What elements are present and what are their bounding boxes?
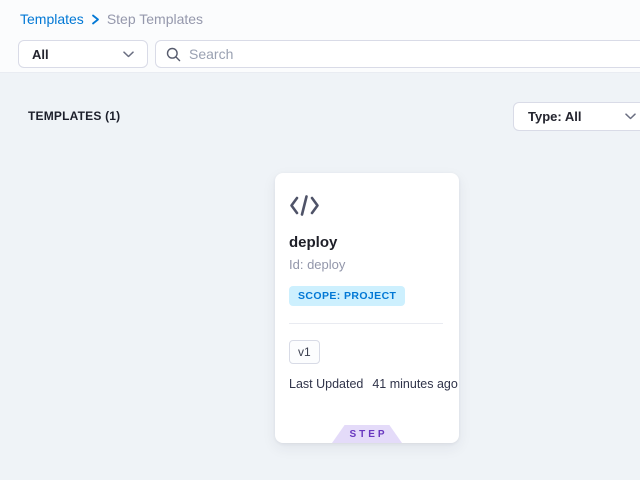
scope-filter-value: All (32, 47, 49, 62)
breadcrumb-current-page: Step Templates (107, 11, 203, 27)
search-field[interactable] (155, 40, 640, 68)
type-filter-value: Type: All (528, 109, 581, 124)
type-filter-dropdown[interactable]: Type: All (513, 102, 640, 131)
last-updated-value: 41 minutes ago (372, 377, 457, 391)
step-type-tag: STEP (332, 425, 402, 443)
chevron-down-icon (625, 113, 636, 120)
last-updated-row: Last Updated 41 minutes ago (289, 377, 458, 391)
last-updated-label: Last Updated (289, 377, 363, 391)
chevron-right-icon (91, 14, 100, 25)
page-header: Templates Step Templates All (0, 0, 640, 73)
card-divider (289, 323, 443, 324)
scope-badge: SCOPE: PROJECT (289, 286, 405, 306)
template-title: deploy (289, 234, 337, 251)
scope-filter-dropdown[interactable]: All (18, 40, 148, 68)
search-input[interactable] (189, 46, 638, 62)
templates-count-heading: TEMPLATES (1) (28, 109, 120, 123)
template-id: Id: deploy (289, 257, 345, 272)
code-brackets-icon (289, 194, 320, 217)
template-card-deploy[interactable]: deploy Id: deploy SCOPE: PROJECT v1 Last… (275, 173, 459, 443)
breadcrumb-templates-link[interactable]: Templates (20, 11, 84, 27)
search-icon (166, 47, 181, 62)
version-chip[interactable]: v1 (289, 340, 320, 364)
breadcrumb: Templates Step Templates (20, 11, 203, 27)
chevron-down-icon (123, 51, 134, 58)
